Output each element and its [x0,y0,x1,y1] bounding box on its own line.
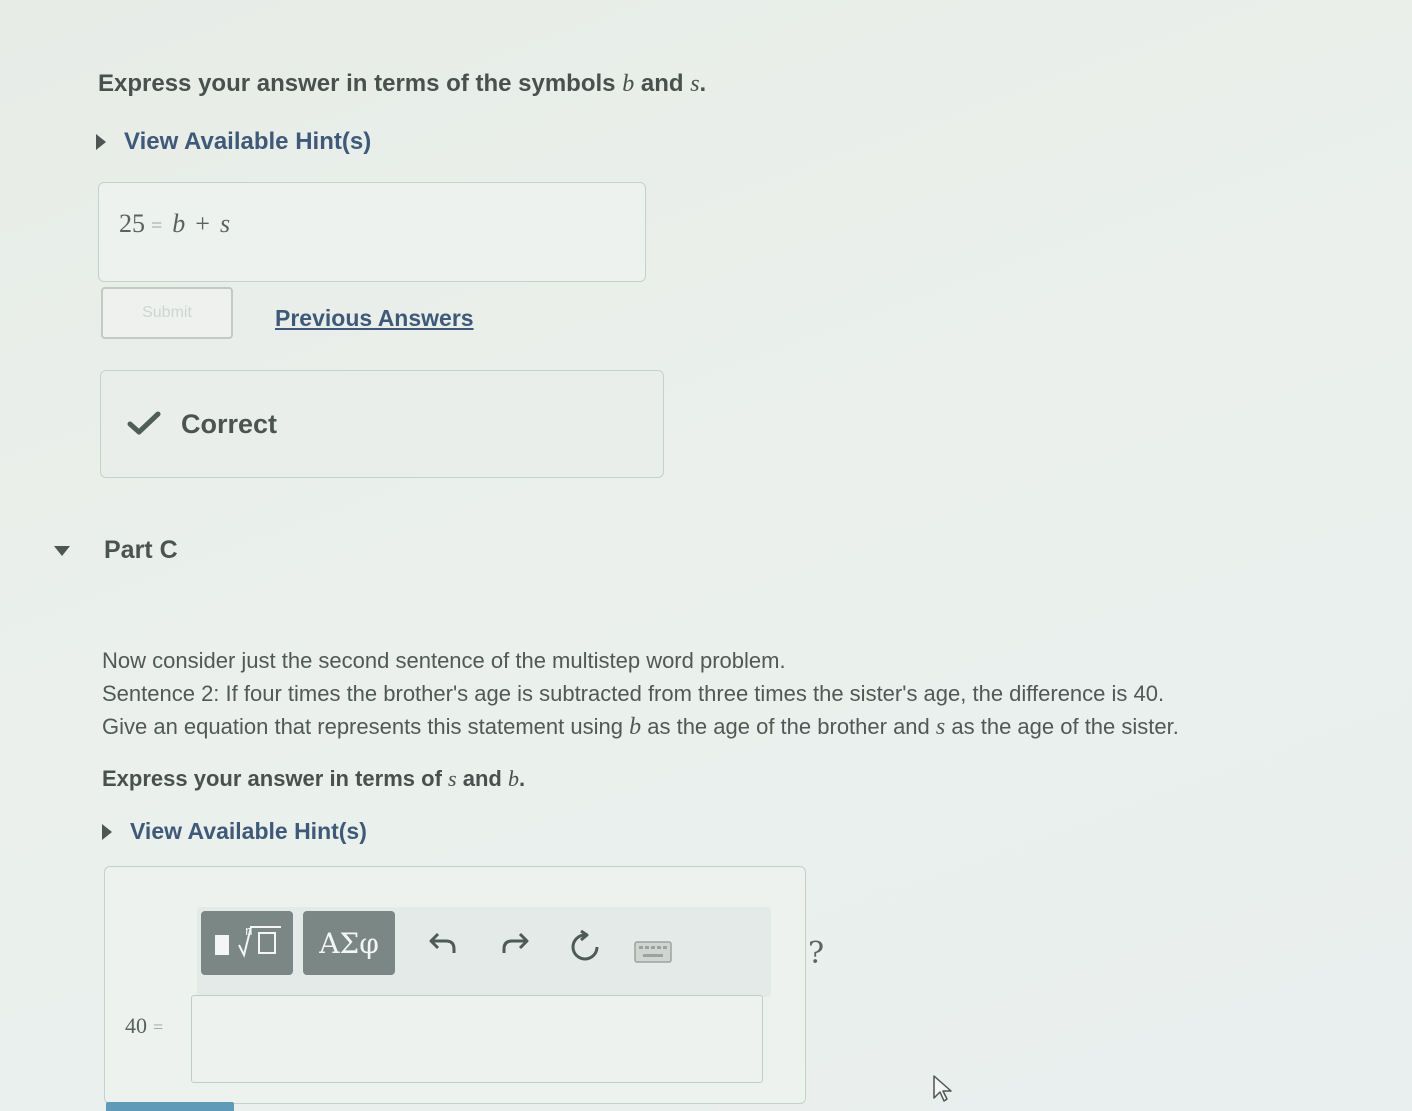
templates-icon: n [209,919,285,968]
templates-button[interactable]: n [201,911,293,975]
reset-button[interactable] [565,929,605,969]
answer-input[interactable] [191,995,763,1083]
previous-answers-link[interactable]: Previous Answers [275,305,474,332]
symbol-b: b [622,71,635,97]
feedback-text: Correct [181,408,278,439]
answer-s: s [219,209,231,238]
line-3-prefix: Give an equation that represents this st… [102,714,623,739]
part-c-instruction: Express your answer in terms of s and b. [102,766,525,792]
part-b-hint-toggle[interactable]: View Available Hint(s) [96,128,371,156]
caret-down-icon [54,545,70,556]
part-b-answer-expression: 25 = b + s [119,209,230,239]
part-c-header[interactable]: Part C [54,536,178,565]
part-c-answer-panel: n ΑΣφ ? 40 = [104,866,824,1104]
line-3-middle: as the age of the brother and [647,714,930,739]
symbol-b: b [507,766,519,791]
undo-icon [428,930,458,961]
help-button[interactable]: ? [801,933,831,973]
symbol-s: s [935,714,946,740]
part-b-instruction-text: Express your answer in terms of the symb… [98,70,616,97]
redo-button[interactable] [497,927,533,963]
mouse-pointer-icon [932,1074,954,1109]
redo-icon [500,930,530,961]
correct-feedback-box: Correct [100,370,664,478]
part-b-answer-box: 25 = b + s [98,182,646,282]
part-c-line-2: Sentence 2: If four times the brother's … [102,681,1165,706]
caret-right-icon [96,134,106,150]
equals-sign: = [151,215,163,237]
part-b-instruction: Express your answer in terms of the symb… [98,70,706,98]
answer-lhs: 40 [125,1013,147,1038]
plus-sign: + [195,209,210,238]
instruction-and: and [640,70,684,97]
part-c-line-1: Now consider just the second sentence of… [102,648,786,673]
instruction-and: and [462,766,502,791]
symbol-b: b [629,714,642,740]
math-toolbar: n ΑΣφ ? [197,907,824,997]
equals-sign: = [153,1017,164,1037]
part-c-answer-lhs: 40 = [125,1013,173,1039]
undo-button[interactable] [425,927,461,963]
checkmark-icon [127,410,161,438]
part-title: Part C [104,536,178,564]
hint-label: View Available Hint(s) [124,128,372,155]
caret-right-icon [102,823,112,840]
svg-text:n: n [245,924,253,938]
keyboard-icon [634,940,672,968]
part-c-submit-button[interactable] [106,1102,234,1111]
instruction-period: . [518,766,526,791]
instruction-period: . [699,70,707,97]
line-3-suffix: as the age of the sister. [951,714,1179,739]
greek-symbols-button[interactable]: ΑΣφ [303,911,395,975]
part-c-instruction-text: Express your answer in terms of [102,766,442,791]
keyboard-button[interactable] [633,940,673,968]
answer-lhs: 25 [119,209,145,238]
symbol-s: s [448,766,457,791]
symbol-s: s [690,71,700,97]
answer-b: b [172,209,186,238]
part-c-hint-toggle[interactable]: View Available Hint(s) [102,818,367,845]
submit-button[interactable]: Submit [101,287,233,339]
reset-icon [568,929,602,969]
hint-label: View Available Hint(s) [130,818,367,844]
part-c-line-3: Give an equation that represents this st… [102,714,1179,741]
